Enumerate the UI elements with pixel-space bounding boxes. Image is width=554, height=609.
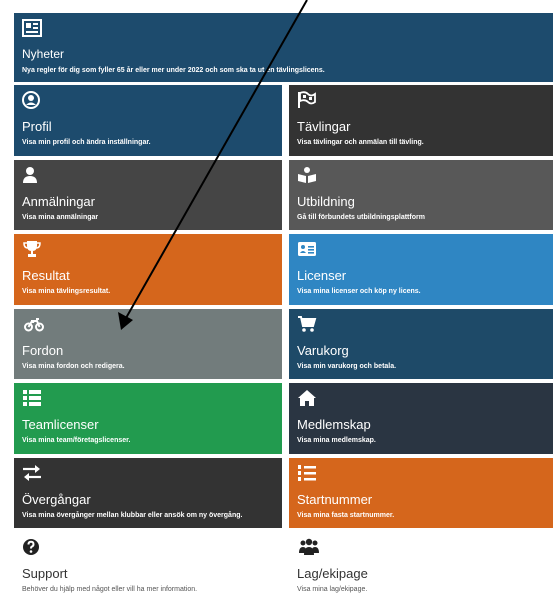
medlemskap-desc: Visa mina medlemskap. (297, 437, 376, 444)
book-reader-icon (298, 167, 316, 183)
varukorg-tile[interactable]: Varukorg Visa min varukorg och betala. (289, 309, 553, 379)
newspaper-icon (22, 19, 42, 37)
licenser-title: Licenser (297, 268, 347, 283)
support-desc: Behöver du hjälp med något eller vill ha… (22, 586, 198, 593)
licenser-desc: Visa mina licenser och köp ny licens. (297, 288, 421, 295)
varukorg-desc: Visa min varukorg och betala. (297, 363, 397, 370)
tavlingar-desc: Visa tävlingar och anmälan till tävling. (297, 139, 424, 146)
medlemskap-tile[interactable]: Medlemskap Visa mina medlemskap. (289, 383, 553, 454)
fordon-tile[interactable]: Fordon Visa mina fordon och redigera. (14, 309, 282, 379)
overgangar-tile[interactable]: Övergångar Visa mina övergånger mellan k… (14, 458, 282, 528)
list-icon (23, 390, 41, 406)
lag-desc: Visa mina lag/ekipage. (297, 586, 368, 593)
news-title: Nyheter (22, 47, 65, 61)
varukorg-title: Varukorg (297, 343, 349, 358)
utbildning-tile[interactable]: Utbildning Gå till förbundets utbildning… (289, 160, 553, 230)
teamlicenser-tile[interactable]: Teamlicenser Visa mina team/företagslice… (14, 383, 282, 454)
id-card-icon (298, 242, 316, 256)
user-icon (23, 167, 37, 183)
profil-tile[interactable]: Profil Visa min profil och ändra inställ… (14, 85, 282, 156)
users-icon (299, 538, 319, 555)
shopping-cart-icon (298, 316, 317, 332)
resultat-desc: Visa mina tävlingsresultat. (22, 288, 111, 295)
startnummer-tile[interactable]: Startnummer Visa mina fasta startnummer. (289, 458, 553, 528)
home-icon (298, 390, 316, 406)
user-circle-icon (22, 91, 40, 109)
profil-desc: Visa min profil och ändra inställningar. (22, 139, 151, 146)
motorcycle-icon (24, 318, 44, 332)
anmalningar-tile[interactable]: Anmälningar Visa mina anmälningar (14, 160, 282, 230)
resultat-title: Resultat (22, 268, 70, 283)
tavlingar-tile[interactable]: Tävlingar Visa tävlingar och anmälan til… (289, 85, 553, 156)
news-desc: Nya regler för dig som fyller 65 år elle… (22, 67, 325, 74)
medlemskap-title: Medlemskap (297, 417, 371, 432)
support-tile[interactable]: Support Behöver du hjälp med något eller… (14, 532, 282, 602)
checkered-flag-icon (298, 91, 316, 108)
trophy-icon (23, 241, 41, 257)
anmalningar-title: Anmälningar (22, 194, 95, 209)
startnummer-title: Startnummer (297, 492, 373, 507)
anmalningar-desc: Visa mina anmälningar (22, 214, 99, 221)
utbildning-desc: Gå till förbundets utbildningsplattform (297, 214, 425, 221)
licenser-tile[interactable]: Licenser Visa mina licenser och köp ny l… (289, 234, 553, 305)
lag-tile[interactable]: Lag/ekipage Visa mina lag/ekipage. (289, 532, 553, 602)
startnummer-desc: Visa mina fasta startnummer. (297, 512, 395, 519)
teamlicenser-title: Teamlicenser (22, 417, 99, 432)
fordon-desc: Visa mina fordon och redigera. (22, 363, 125, 370)
question-circle-icon (23, 539, 39, 555)
tavlingar-title: Tävlingar (297, 119, 351, 134)
teamlicenser-desc: Visa mina team/företagslicenser. (22, 437, 131, 444)
overgangar-title: Övergångar (22, 492, 91, 507)
profil-title: Profil (22, 119, 52, 134)
lag-title: Lag/ekipage (297, 566, 368, 581)
overgangar-desc: Visa mina övergånger mellan klubbar elle… (22, 512, 243, 519)
exchange-arrows-icon (23, 465, 41, 481)
fordon-title: Fordon (22, 343, 64, 358)
resultat-tile[interactable]: Resultat Visa mina tävlingsresultat. (14, 234, 282, 305)
support-title: Support (22, 566, 68, 581)
numbered-list-icon (298, 465, 316, 481)
news-tile[interactable]: Nyheter Nya regler för dig som fyller 65… (14, 13, 553, 82)
utbildning-title: Utbildning (297, 194, 355, 209)
